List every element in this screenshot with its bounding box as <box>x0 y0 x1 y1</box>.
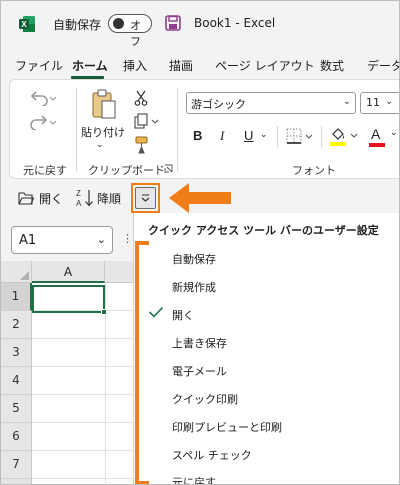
sort-descending-icon[interactable]: Z A <box>75 187 95 209</box>
font-size-select[interactable]: 11 ⌄ <box>360 92 399 114</box>
row-header[interactable]: 8 <box>1 479 32 484</box>
active-cell-a1[interactable] <box>32 285 105 313</box>
table-row[interactable] <box>32 395 141 423</box>
font-size-value: 11 <box>366 96 380 109</box>
undo-group-label: 元に戻す <box>23 164 67 177</box>
clipboard-group-label: クリップボード <box>88 164 165 177</box>
chevron-down-icon: ⌄ <box>342 96 351 107</box>
underline-button[interactable]: U <box>244 128 253 143</box>
title-bar: X 自動保存 オフ Book1 - Excel <box>1 1 399 48</box>
border-icon[interactable] <box>286 128 316 146</box>
select-all-icon <box>20 271 29 280</box>
highlight-box <box>131 183 160 213</box>
toggle-state-label: オフ <box>130 19 141 48</box>
fill-handle[interactable] <box>101 309 107 315</box>
menu-item-autosave[interactable]: 自動保存 <box>172 251 216 267</box>
table-row[interactable] <box>32 311 141 339</box>
font-color-button[interactable]: A ⌄ <box>368 126 399 148</box>
menu-item-save[interactable]: 上書き保存 <box>172 335 227 351</box>
font-color-glyph: A <box>371 126 381 142</box>
row-header[interactable]: 2 <box>1 311 32 339</box>
dialog-launcher-icon[interactable] <box>164 164 173 173</box>
copy-icon[interactable] <box>134 113 160 129</box>
row-header[interactable]: 5 <box>1 395 32 423</box>
table-row[interactable] <box>32 423 141 451</box>
ribbon-tabs: ファイル ホーム 挿入 描画 ページ レイアウト 数式 データ <box>1 53 399 79</box>
table-row[interactable] <box>32 451 141 479</box>
tab-data[interactable]: データ <box>367 57 399 74</box>
tab-draw[interactable]: 描画 <box>169 57 193 74</box>
group-divider <box>76 88 77 172</box>
name-box-value: A1 <box>19 233 37 248</box>
tab-insert[interactable]: 挿入 <box>123 57 147 74</box>
menu-item-undo[interactable]: 元に戻す <box>172 474 216 484</box>
font-group-label: フォント <box>292 164 336 177</box>
svg-text:Z: Z <box>76 189 81 198</box>
chevron-down-icon: ⌄ <box>390 128 398 138</box>
menu-item-spell-check[interactable]: スペル チェック <box>172 447 252 463</box>
autosave-label: 自動保存 <box>53 18 102 32</box>
paste-icon[interactable] <box>90 88 118 120</box>
autosave-toggle[interactable]: オフ <box>108 14 152 48</box>
table-row[interactable] <box>32 339 141 367</box>
customize-qat-menu: クイック アクセス ツール バーのユーザー設定 自動保存 新規作成 開く 上書き… <box>133 213 399 484</box>
spreadsheet-grid: A 1 2 3 4 5 6 7 8 <box>1 261 145 484</box>
check-icon <box>148 306 164 318</box>
svg-text:X: X <box>21 20 27 29</box>
menu-item-email[interactable]: 電子メール <box>172 363 227 379</box>
menu-item-print-preview[interactable]: 印刷プレビューと印刷 <box>172 419 282 435</box>
tab-file[interactable]: ファイル <box>15 57 63 74</box>
tab-formulas[interactable]: 数式 <box>320 57 344 74</box>
row-header[interactable]: 3 <box>1 339 32 367</box>
bold-button[interactable]: B <box>193 128 202 143</box>
redo-icon[interactable] <box>28 114 58 130</box>
format-divider <box>277 126 278 148</box>
tab-page-layout[interactable]: ページ レイアウト <box>215 57 315 74</box>
tab-home[interactable]: ホーム <box>72 57 108 74</box>
ribbon-home: 元に戻す 貼り付け ⌄ クリップボード 游ゴシック ⌄ 11 ⌄ B I U ⌄… <box>9 79 399 179</box>
qat-sort-desc-label[interactable]: 降順 <box>97 190 121 207</box>
excel-window: X 自動保存 オフ Book1 - Excel ファイル ホーム 挿入 描画 ペ… <box>0 0 400 485</box>
svg-text:A: A <box>76 199 82 208</box>
row-header[interactable]: 6 <box>1 423 32 451</box>
select-all-corner[interactable] <box>1 261 32 283</box>
format-painter-icon[interactable] <box>134 136 150 154</box>
qat-open-label[interactable]: 開く <box>39 190 63 207</box>
chevron-down-icon: ⌄ <box>96 233 106 246</box>
font-name-select[interactable]: 游ゴシック ⌄ <box>186 92 356 114</box>
open-folder-icon[interactable] <box>18 191 34 205</box>
column-header-a[interactable]: A <box>32 261 105 283</box>
highlight-bracket <box>135 241 149 484</box>
format-divider <box>321 126 322 148</box>
font-color-swatch <box>369 143 385 147</box>
menu-title: クイック アクセス ツール バーのユーザー設定 <box>148 224 379 237</box>
undo-icon[interactable] <box>28 90 58 106</box>
cut-icon[interactable] <box>134 90 148 106</box>
chevron-down-icon: ⌄ <box>385 96 394 107</box>
fill-color-icon[interactable] <box>328 126 360 148</box>
excel-logo-icon: X <box>19 16 35 32</box>
paste-dropdown-chevron-icon[interactable]: ⌄ <box>96 140 104 150</box>
row-header[interactable]: 1 <box>1 283 32 311</box>
save-icon[interactable] <box>165 15 181 31</box>
menu-item-quick-print[interactable]: クイック印刷 <box>172 391 238 407</box>
toggle-knob <box>113 18 124 29</box>
paste-label[interactable]: 貼り付け <box>81 124 125 140</box>
row-header[interactable]: 4 <box>1 367 32 395</box>
menu-item-open[interactable]: 開く <box>172 307 194 323</box>
font-name-value: 游ゴシック <box>191 98 246 111</box>
group-divider <box>177 88 178 172</box>
italic-button[interactable]: I <box>220 128 224 144</box>
underline-dropdown-chevron-icon[interactable]: ⌄ <box>260 130 268 140</box>
menu-item-new[interactable]: 新規作成 <box>172 279 216 295</box>
more-options-icon[interactable]: ⋮ <box>122 232 133 245</box>
pointer-arrow-icon <box>169 183 231 213</box>
row-header[interactable]: 7 <box>1 451 32 479</box>
document-title: Book1 - Excel <box>194 16 276 30</box>
name-box[interactable]: A1 ⌄ <box>11 226 113 254</box>
table-row[interactable] <box>32 367 141 395</box>
